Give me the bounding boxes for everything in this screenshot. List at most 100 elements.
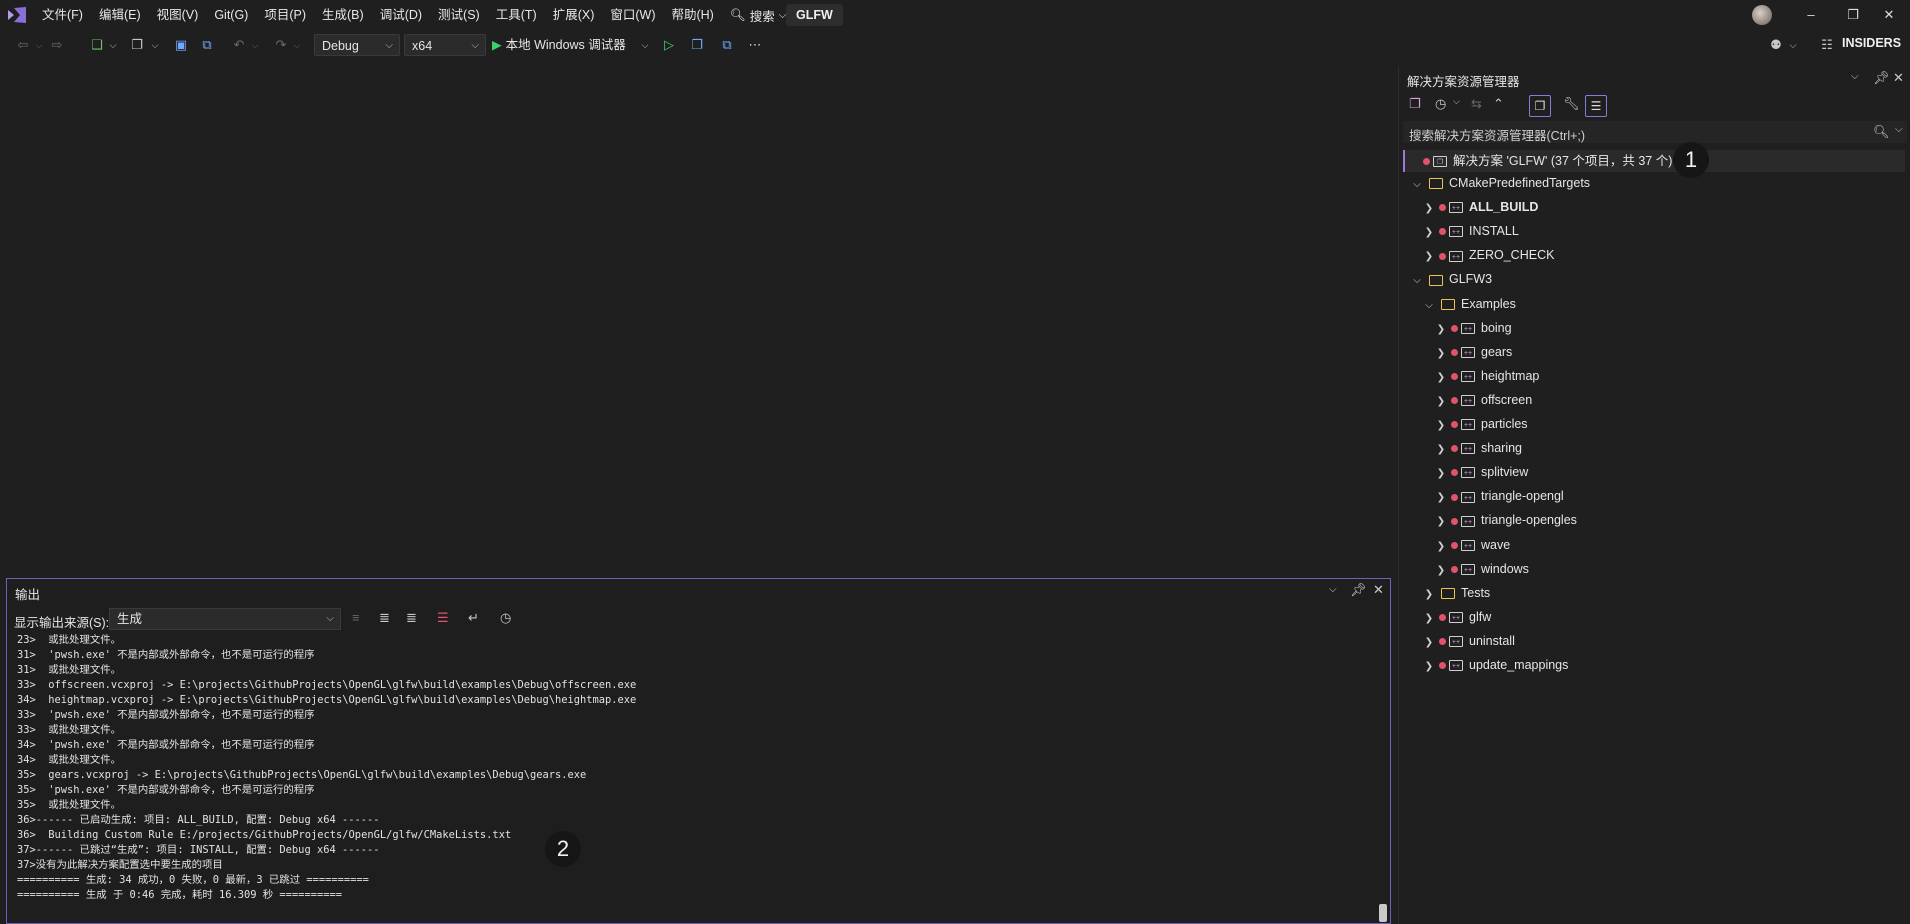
chevron-right-icon[interactable]: ❯	[1435, 343, 1447, 365]
tree-node-sharing[interactable]: ❯ ++ sharing	[1435, 437, 1522, 459]
tree-node-all-build[interactable]: ❯ ++ ALL_BUILD	[1423, 196, 1539, 218]
chevron-right-icon[interactable]: ❯	[1435, 367, 1447, 389]
search-icon[interactable]: 🔍︎	[1873, 124, 1890, 140]
search-menu-button[interactable]: 🔍︎ 搜索 ⌵	[722, 6, 794, 25]
chevron-right-icon[interactable]: ❯	[1435, 463, 1447, 485]
chevron-down-icon[interactable]: ⌵	[1423, 295, 1435, 317]
minimize-button[interactable]: –	[1788, 0, 1834, 30]
chevron-right-icon[interactable]: ❯	[1435, 487, 1447, 509]
close-icon[interactable]: ✕	[1373, 582, 1384, 598]
tree-node-offscreen[interactable]: ❯ ++ offscreen	[1435, 389, 1532, 411]
menu-window[interactable]: 窗口(W)	[602, 0, 663, 30]
tree-node-zero-check[interactable]: ❯ ++ ZERO_CHECK	[1423, 244, 1555, 268]
menu-debug[interactable]: 调试(D)	[372, 0, 430, 30]
tree-node-particles[interactable]: ❯ ++ particles	[1435, 413, 1528, 435]
solution-root-node[interactable]: ❐ 解决方案 'GLFW' (37 个项目，共 37 个)	[1403, 150, 1905, 172]
tree-node-splitview[interactable]: ❯ ++ splitview	[1435, 461, 1528, 483]
find-message-icon[interactable]: ≡	[352, 610, 360, 625]
tree-node-cmakepredefinedtargets[interactable]: ⌵ CMakePredefinedTargets	[1411, 172, 1590, 194]
pending-changes-filter-icon[interactable]: ◷	[1435, 96, 1446, 112]
new-project-icon[interactable]: ❑	[88, 33, 106, 57]
tree-node-glfw[interactable]: ❯ ++ glfw	[1423, 606, 1491, 628]
solution-name-badge[interactable]: GLFW	[786, 4, 843, 26]
chevron-right-icon[interactable]: ❯	[1423, 584, 1435, 606]
undo-icon[interactable]: ↶	[230, 33, 248, 57]
chevron-down-icon[interactable]: ⌵	[1411, 270, 1423, 292]
chevron-right-icon[interactable]: ❯	[1435, 319, 1447, 341]
copilot-dropdown-icon[interactable]: ⌵	[1788, 33, 1798, 57]
chevron-right-icon[interactable]: ❯	[1435, 415, 1447, 437]
panel-options-chevron-icon[interactable]: ⌵	[1851, 71, 1859, 82]
search-options-chevron-icon[interactable]: ⌵	[1895, 124, 1903, 135]
chevron-right-icon[interactable]: ❯	[1435, 560, 1447, 582]
start-debugging-button[interactable]: ▶ 本地 Windows 调试器	[492, 34, 626, 56]
more-options-icon[interactable]: ⋯	[746, 33, 764, 57]
switch-views-icon[interactable]: ❐	[1409, 96, 1421, 112]
undo-dropdown-icon[interactable]: ⌵	[250, 33, 260, 57]
properties-icon[interactable]: 🔧︎	[1563, 96, 1580, 112]
clear-all-icon[interactable]: ☰	[437, 610, 449, 626]
account-avatar[interactable]	[1752, 5, 1772, 25]
run-target-dropdown-icon[interactable]: ⌵	[640, 33, 650, 57]
save-all-icon[interactable]: ⧉	[198, 33, 216, 57]
chevron-right-icon[interactable]: ❯	[1423, 656, 1435, 678]
save-icon[interactable]: ▣	[172, 33, 190, 57]
close-icon[interactable]: ✕	[1893, 70, 1904, 86]
tree-node-examples[interactable]: ⌵ Examples	[1423, 293, 1516, 315]
redo-dropdown-icon[interactable]: ⌵	[292, 33, 302, 57]
menu-build[interactable]: 生成(B)	[314, 0, 372, 30]
pin-icon[interactable]: 📌︎	[1350, 582, 1367, 598]
chevron-down-icon[interactable]: ⌵	[1411, 174, 1423, 196]
chevron-right-icon[interactable]: ❯	[1435, 536, 1447, 558]
configuration-select[interactable]: Debug ⌵	[314, 34, 400, 56]
menu-view[interactable]: 视图(V)	[149, 0, 207, 30]
toggle-word-wrap-icon[interactable]: ↵	[468, 610, 479, 626]
back-dropdown-icon[interactable]: ⌵	[34, 33, 44, 57]
tree-node-triangle-opengl[interactable]: ❯ ++ triangle-opengl	[1435, 485, 1564, 507]
chevron-right-icon[interactable]: ❯	[1435, 391, 1447, 413]
previous-message-icon[interactable]: ≣	[379, 610, 390, 626]
live-share-icon[interactable]: ☷	[1818, 33, 1836, 57]
redo-icon[interactable]: ↷	[272, 33, 290, 57]
tree-node-boing[interactable]: ❯ ++ boing	[1435, 317, 1512, 339]
tree-node-glfw3[interactable]: ⌵ GLFW3	[1411, 268, 1492, 290]
tree-node-update-mappings[interactable]: ❯ ++ update_mappings	[1423, 654, 1569, 678]
new-project-dropdown-icon[interactable]: ⌵	[108, 33, 118, 57]
output-scrollbar-thumb[interactable]	[1379, 904, 1387, 922]
tree-node-windows[interactable]: ❯ ++ windows	[1435, 558, 1529, 580]
timestamp-icon[interactable]: ◷	[500, 610, 511, 626]
start-without-debugging-icon[interactable]: ▷	[660, 33, 678, 57]
navigate-back-icon[interactable]: ⇦	[14, 33, 32, 57]
panel-options-chevron-icon[interactable]: ⌵	[1329, 584, 1337, 595]
open-dropdown-icon[interactable]: ⌵	[150, 33, 160, 57]
chevron-right-icon[interactable]: ❯	[1423, 222, 1435, 244]
tree-node-tests[interactable]: ❯ Tests	[1423, 582, 1490, 604]
chevron-right-icon[interactable]: ❯	[1423, 632, 1435, 654]
chevron-right-icon[interactable]: ❯	[1423, 246, 1435, 268]
menu-git[interactable]: Git(G)	[206, 0, 256, 30]
tree-node-heightmap[interactable]: ❯ ++ heightmap	[1435, 365, 1540, 389]
tree-node-install[interactable]: ❯ ++ INSTALL	[1423, 220, 1519, 242]
tree-node-triangle-opengles[interactable]: ❯ ++ triangle-opengles	[1435, 509, 1577, 531]
collapse-all-icon[interactable]: ⌃	[1493, 96, 1504, 112]
menu-extensions[interactable]: 扩展(X)	[545, 0, 603, 30]
menu-file[interactable]: 文件(F)	[34, 0, 91, 30]
open-file-icon[interactable]: ❐	[128, 33, 146, 57]
pin-icon[interactable]: 📌︎	[1873, 70, 1890, 86]
solution-search-input[interactable]: 搜索解决方案资源管理器(Ctrl+;) 🔍︎ ⌵	[1403, 121, 1907, 143]
navigate-forward-icon[interactable]: ⇨	[48, 33, 66, 57]
show-all-files-icon[interactable]: ❐	[1529, 95, 1551, 117]
tree-node-wave[interactable]: ❯ ++ wave	[1435, 534, 1510, 556]
preview-selected-items-icon[interactable]: ☰	[1585, 95, 1607, 117]
chevron-right-icon[interactable]: ❯	[1435, 439, 1447, 461]
copilot-icon[interactable]: ⚉	[1766, 33, 1786, 57]
chevron-right-icon[interactable]: ❯	[1423, 608, 1435, 630]
close-window-button[interactable]: ✕	[1866, 0, 1910, 30]
sync-active-document-icon[interactable]: ⇆	[1471, 96, 1482, 112]
hot-reload-icon[interactable]: ⧉	[718, 33, 736, 57]
next-message-icon[interactable]: ≣	[406, 610, 417, 626]
filter-dropdown-icon[interactable]: ⌵	[1453, 96, 1460, 107]
menu-edit[interactable]: 编辑(E)	[91, 0, 149, 30]
chevron-right-icon[interactable]: ❯	[1435, 511, 1447, 533]
menu-test[interactable]: 测试(S)	[430, 0, 488, 30]
